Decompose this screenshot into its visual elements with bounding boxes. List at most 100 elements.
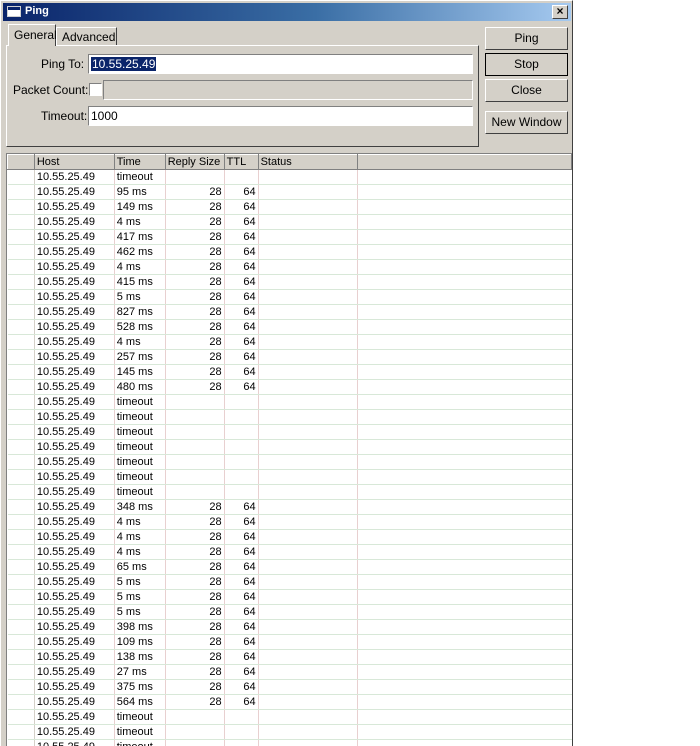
table-row[interactable]: 10.55.25.49 480 ms 28 64	[7, 379, 572, 395]
table-row[interactable]: 10.55.25.49timeout	[7, 739, 572, 746]
table-row[interactable]: 10.55.25.49 348 ms 28 64	[7, 499, 572, 515]
table-row[interactable]: 10.55.25.49 149 ms 28 64	[7, 199, 572, 215]
window-icon	[7, 6, 21, 17]
table-row[interactable]: 10.55.25.49timeout	[7, 394, 572, 410]
table-row[interactable]: 10.55.25.49 4 ms 28 64	[7, 259, 572, 275]
cell-ttl: 64	[224, 184, 259, 200]
cell-host: 10.55.25.49	[34, 469, 115, 485]
table-row[interactable]: 10.55.25.49 95 ms 28 64	[7, 184, 572, 200]
packet-count-checkbox[interactable]	[89, 83, 102, 96]
cell-reply-size	[165, 409, 225, 425]
table-row[interactable]: 10.55.25.49 528 ms 28 64	[7, 319, 572, 335]
cell-status	[258, 289, 359, 305]
table-row[interactable]: 10.55.25.49 564 ms 28 64	[7, 694, 572, 710]
column-header-ttl[interactable]: TTL	[223, 154, 259, 170]
row-filler	[357, 169, 572, 185]
column-header-status[interactable]: Status	[257, 154, 359, 170]
cell-ttl: 64	[224, 619, 259, 635]
title-bar[interactable]: Ping ×	[3, 3, 571, 21]
cell-host: 10.55.25.49	[34, 439, 115, 455]
table-row[interactable]: 10.55.25.49timeout	[7, 169, 572, 185]
table-row[interactable]: 10.55.25.49 145 ms 28 64	[7, 364, 572, 380]
row-filler	[357, 289, 572, 305]
row-gutter	[7, 709, 35, 725]
tab-advanced[interactable]: Advanced	[56, 27, 117, 45]
ping-button[interactable]: Ping	[485, 27, 568, 50]
cell-ttl: 64	[224, 664, 259, 680]
cell-reply-size: 28	[165, 289, 225, 305]
cell-reply-size	[165, 169, 225, 185]
tab-general[interactable]: General	[8, 24, 57, 46]
cell-ttl: 64	[224, 499, 259, 515]
cell-reply-size: 28	[165, 619, 225, 635]
table-row[interactable]: 10.55.25.49timeout	[7, 709, 572, 725]
cell-ttl	[224, 709, 259, 725]
cell-ttl: 64	[224, 574, 259, 590]
table-row[interactable]: 10.55.25.49 462 ms 28 64	[7, 244, 572, 260]
table-row[interactable]: 10.55.25.49 138 ms 28 64	[7, 649, 572, 665]
table-row[interactable]: 10.55.25.49 109 ms 28 64	[7, 634, 572, 650]
stop-button[interactable]: Stop	[485, 53, 568, 76]
row-filler	[357, 544, 572, 560]
cell-status	[258, 589, 359, 605]
cell-status	[258, 619, 359, 635]
row-filler	[357, 589, 572, 605]
cell-time: 65 ms	[114, 559, 166, 575]
cell-host: 10.55.25.49	[34, 739, 115, 746]
cell-status	[258, 394, 359, 410]
column-header-gutter[interactable]	[7, 154, 35, 170]
column-header-time[interactable]: Time	[113, 154, 166, 170]
cell-host: 10.55.25.49	[34, 199, 115, 215]
cell-time: 149 ms	[114, 199, 166, 215]
table-row[interactable]: 10.55.25.49timeout	[7, 484, 572, 500]
cell-ttl: 64	[224, 259, 259, 275]
row-gutter	[7, 424, 35, 440]
table-row[interactable]: 10.55.25.49 415 ms 28 64	[7, 274, 572, 290]
table-row[interactable]: 10.55.25.49 5 ms 28 64	[7, 289, 572, 305]
row-gutter	[7, 484, 35, 500]
cell-ttl	[224, 484, 259, 500]
table-row[interactable]: 10.55.25.49 4 ms 28 64	[7, 544, 572, 560]
cell-host: 10.55.25.49	[34, 409, 115, 425]
table-row[interactable]: 10.55.25.49 398 ms 28 64	[7, 619, 572, 635]
table-row[interactable]: 10.55.25.49timeout	[7, 724, 572, 740]
table-row[interactable]: 10.55.25.49 417 ms 28 64	[7, 229, 572, 245]
table-row[interactable]: 10.55.25.49timeout	[7, 409, 572, 425]
cell-host: 10.55.25.49	[34, 679, 115, 695]
cell-status	[258, 214, 359, 230]
cell-ttl: 64	[224, 199, 259, 215]
column-header-host[interactable]: Host	[33, 154, 115, 170]
table-row[interactable]: 10.55.25.49 5 ms 28 64	[7, 574, 572, 590]
table-row[interactable]: 10.55.25.49 257 ms 28 64	[7, 349, 572, 365]
results-list[interactable]: Host Time Reply Size TTL Status 10.55.25…	[6, 153, 572, 746]
table-row[interactable]: 10.55.25.49 65 ms 28 64	[7, 559, 572, 575]
table-row[interactable]: 10.55.25.49 4 ms 28 64	[7, 334, 572, 350]
table-row[interactable]: 10.55.25.49 5 ms 28 64	[7, 589, 572, 605]
table-row[interactable]: 10.55.25.49 4 ms 28 64	[7, 214, 572, 230]
cell-time: 5 ms	[114, 574, 166, 590]
close-window-button[interactable]: ×	[552, 5, 568, 19]
cell-status	[258, 424, 359, 440]
row-filler	[357, 694, 572, 710]
table-row[interactable]: 10.55.25.49timeout	[7, 454, 572, 470]
cell-ttl: 64	[224, 604, 259, 620]
timeout-input[interactable]: 1000	[88, 106, 473, 126]
cell-reply-size	[165, 709, 225, 725]
table-row[interactable]: 10.55.25.49 4 ms 28 64	[7, 514, 572, 530]
table-row[interactable]: 10.55.25.49 27 ms 28 64	[7, 664, 572, 680]
table-row[interactable]: 10.55.25.49 4 ms 28 64	[7, 529, 572, 545]
table-row[interactable]: 10.55.25.49timeout	[7, 424, 572, 440]
table-row[interactable]: 10.55.25.49timeout	[7, 439, 572, 455]
new-window-button[interactable]: New Window	[485, 111, 568, 134]
close-button[interactable]: Close	[485, 79, 568, 102]
table-row[interactable]: 10.55.25.49 375 ms 28 64	[7, 679, 572, 695]
row-gutter	[7, 574, 35, 590]
table-row[interactable]: 10.55.25.49 5 ms 28 64	[7, 604, 572, 620]
cell-reply-size: 28	[165, 274, 225, 290]
ping-to-input[interactable]: 10.55.25.49	[88, 54, 473, 74]
table-row[interactable]: 10.55.25.49 827 ms 28 64	[7, 304, 572, 320]
row-filler	[357, 409, 572, 425]
table-row[interactable]: 10.55.25.49timeout	[7, 469, 572, 485]
column-header-reply-size[interactable]: Reply Size	[164, 154, 225, 170]
cell-ttl	[224, 739, 259, 746]
